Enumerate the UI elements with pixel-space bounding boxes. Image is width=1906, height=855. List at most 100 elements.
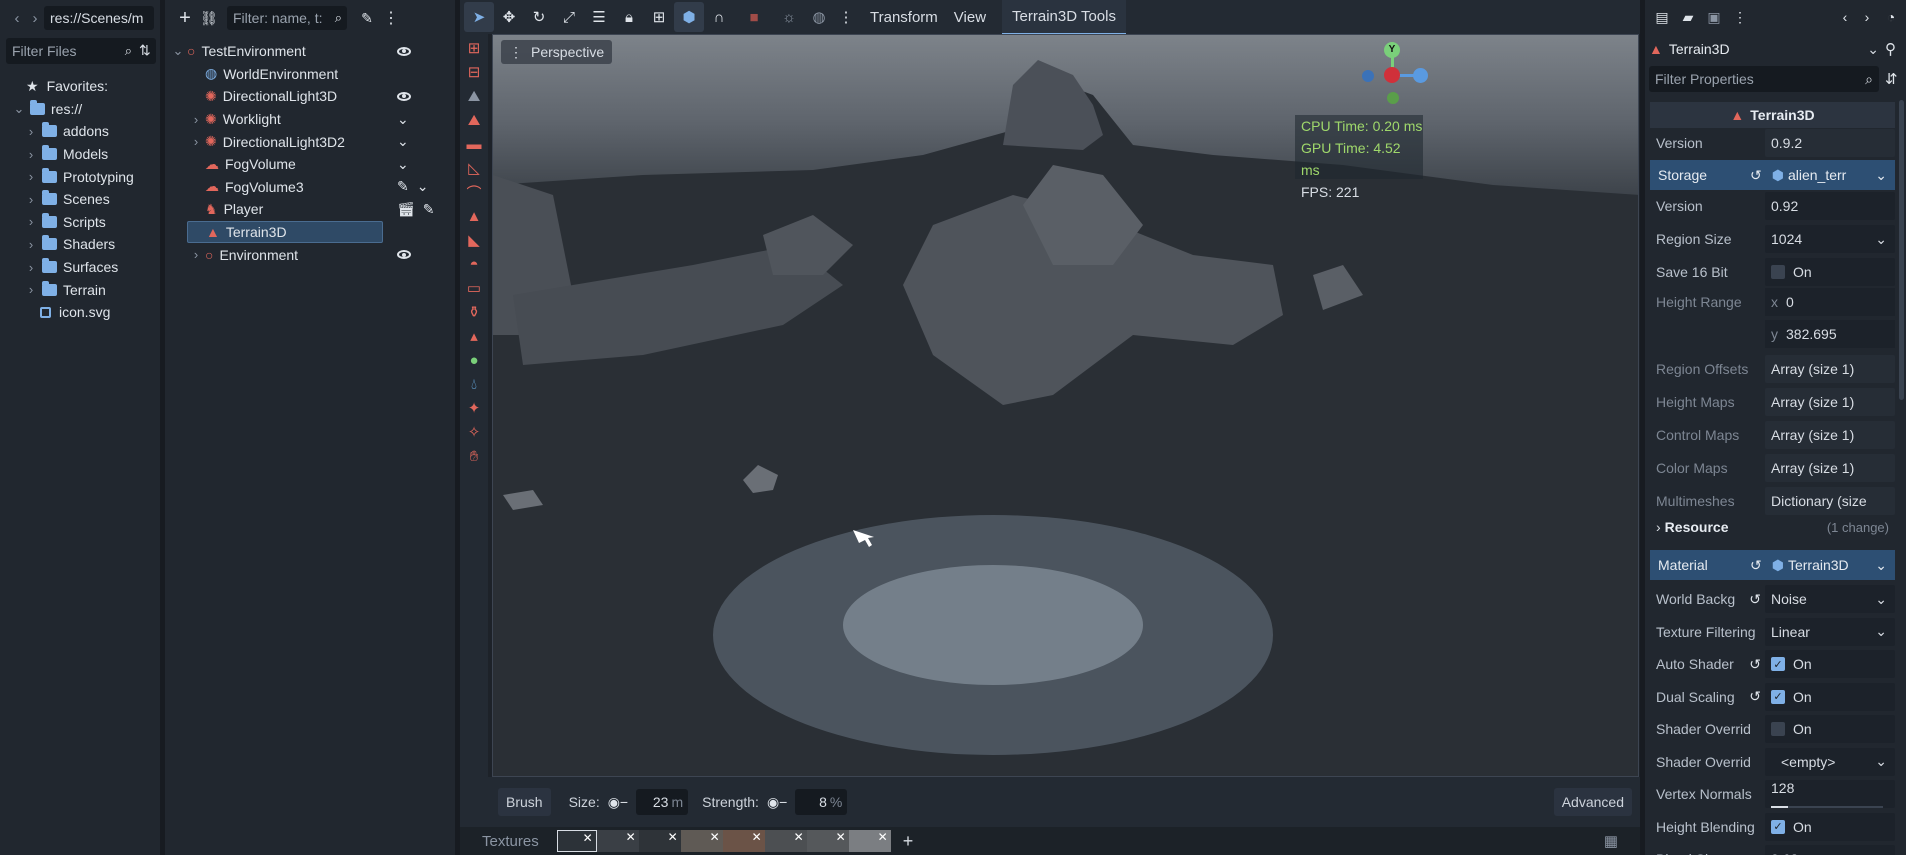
- new-resource-icon[interactable]: ▤: [1649, 9, 1675, 26]
- remove-region-icon[interactable]: ⊟: [462, 60, 486, 84]
- advanced-button[interactable]: Advanced: [1553, 788, 1632, 816]
- chevron-icon[interactable]: ›: [189, 134, 203, 149]
- slider-track[interactable]: [1771, 806, 1883, 808]
- texture-slot[interactable]: ✕: [596, 830, 639, 852]
- chevron-down-icon[interactable]: ⌄: [1875, 167, 1887, 184]
- add-region-icon[interactable]: ⊞: [462, 36, 486, 60]
- move-tool-icon[interactable]: ✥: [494, 8, 524, 26]
- perspective-button[interactable]: ⋮ Perspective: [501, 40, 613, 64]
- scene-node[interactable]: › ○ Environment: [187, 243, 447, 266]
- size-field[interactable]: 23 m: [636, 789, 689, 815]
- gizmo-z-icon[interactable]: [1384, 67, 1400, 83]
- texture-slot[interactable]: ✕: [556, 830, 597, 852]
- spray-icon[interactable]: ⚱: [462, 300, 486, 324]
- slope-icon[interactable]: ◺: [462, 156, 486, 180]
- array-field[interactable]: Array (size 1): [1765, 388, 1895, 416]
- 3d-viewport[interactable]: ⋮ Perspective CPU Time: 0.20 ms GPU Time…: [492, 34, 1639, 777]
- menu-transform[interactable]: Transform: [870, 9, 938, 26]
- environment-preview-icon[interactable]: ◍: [804, 8, 834, 26]
- scene-node[interactable]: ▲ Terrain3D: [187, 220, 383, 244]
- script-icon[interactable]: ✎: [355, 10, 379, 27]
- paint-texture-icon[interactable]: ▭: [462, 276, 486, 300]
- mound-icon[interactable]: ◓: [462, 252, 486, 276]
- visibility-icon[interactable]: [397, 91, 411, 101]
- scene-node[interactable]: › ✺ Worklight ⌄: [187, 108, 447, 131]
- hole-icon[interactable]: ✋︎: [462, 444, 486, 468]
- texture-slot[interactable]: ✕: [848, 830, 891, 852]
- property-value[interactable]: 128: [1765, 780, 1895, 808]
- rotate-tool-icon[interactable]: ↻: [524, 8, 554, 26]
- filesystem-item[interactable]: › Models: [0, 143, 160, 166]
- strength-field[interactable]: 8 %: [795, 789, 848, 815]
- property-value[interactable]: <empty> ⌄: [1765, 747, 1895, 776]
- scene-node[interactable]: ✺ DirectionalLight3D: [187, 85, 447, 108]
- chevron-down-icon[interactable]: ⌄: [1875, 557, 1887, 574]
- scene-node[interactable]: ☁ FogVolume3 ✎ ⌄: [187, 176, 447, 199]
- property-value[interactable]: Linear ⌄: [1765, 617, 1895, 646]
- scene-node[interactable]: ☁ FogVolume ⌄: [187, 153, 447, 176]
- more-options-icon[interactable]: ⋮: [379, 8, 403, 28]
- texture-slot[interactable]: ✕: [638, 830, 681, 852]
- navigation-icon[interactable]: ✦: [462, 396, 486, 420]
- material-resource-name[interactable]: Terrain3D: [1788, 557, 1875, 573]
- region-size-dropdown[interactable]: 1024 ⌄: [1765, 225, 1895, 253]
- texture-slot[interactable]: ✕: [722, 830, 765, 852]
- object-selector[interactable]: ▲ Terrain3D ⌄: [1649, 36, 1879, 62]
- chevron-right-icon[interactable]: ›: [24, 147, 38, 162]
- array-field[interactable]: Array (size 1): [1765, 355, 1895, 383]
- select-tool-icon[interactable]: ➤: [464, 2, 494, 32]
- inspector-scrollbar[interactable]: [1899, 100, 1904, 400]
- scene-node[interactable]: ⌄ ○ TestEnvironment: [169, 40, 429, 63]
- script-icon[interactable]: ✎: [397, 178, 409, 195]
- group-icon[interactable]: ⊞: [644, 8, 674, 26]
- chevron-right-icon[interactable]: ›: [24, 214, 38, 229]
- open-folder-icon[interactable]: ▰: [1675, 9, 1701, 26]
- visibility-icon[interactable]: [397, 250, 411, 260]
- sort-icon[interactable]: ⇅: [139, 42, 151, 59]
- property-value[interactable]: ✓ On: [1765, 682, 1895, 711]
- storage-version-field[interactable]: 0.92: [1765, 192, 1895, 220]
- property-value[interactable]: Noise ⌄: [1765, 585, 1895, 613]
- array-field[interactable]: Array (size 1): [1765, 421, 1895, 449]
- filesystem-item[interactable]: ⌄ res://: [0, 98, 160, 121]
- property-value[interactable]: ✓ On: [1765, 812, 1895, 841]
- filesystem-item[interactable]: › addons: [0, 120, 160, 143]
- filter-properties-field[interactable]: Filter Properties ⌕: [1649, 66, 1879, 92]
- array-field[interactable]: Dictionary (size: [1765, 487, 1895, 515]
- revert-icon[interactable]: ↺: [1749, 688, 1761, 705]
- chevron-right-icon[interactable]: ›: [24, 260, 38, 275]
- storage-section-header[interactable]: Storage ↺ ⬢ alien_terr ⌄: [1650, 160, 1895, 190]
- chevron-right-icon[interactable]: ›: [24, 192, 38, 207]
- save-icon[interactable]: ▣: [1701, 9, 1727, 26]
- sun-preview-icon[interactable]: ☼: [774, 9, 804, 26]
- filesystem-item[interactable]: › Surfaces: [0, 256, 160, 279]
- raise-icon[interactable]: ⛰: [462, 84, 486, 108]
- texture-slot[interactable]: ✕: [806, 830, 849, 852]
- filesystem-item[interactable]: › Shaders: [0, 233, 160, 256]
- menu-terrain3d-tools[interactable]: Terrain3D Tools: [1002, 0, 1126, 35]
- visibility-hidden-icon[interactable]: ⌄: [397, 156, 409, 173]
- scene-instance-icon[interactable]: 🎬︎: [397, 201, 415, 218]
- flatten-icon[interactable]: ▬: [462, 132, 486, 156]
- chevron-icon[interactable]: ›: [189, 247, 203, 262]
- lock-icon[interactable]: 🔒︎: [614, 9, 644, 26]
- scene-filter-field[interactable]: Filter: name, t: ⌕: [227, 6, 347, 30]
- size-slider-icon[interactable]: ◉−: [608, 794, 628, 811]
- visibility-hidden-icon[interactable]: ⌄: [397, 111, 409, 128]
- property-value[interactable]: ✓ On: [1765, 650, 1895, 678]
- chevron-right-icon[interactable]: ›: [24, 169, 38, 184]
- array-field[interactable]: Array (size 1): [1765, 454, 1895, 482]
- material-section-header[interactable]: Material ↺ ⬢ Terrain3D ⌄: [1650, 550, 1895, 580]
- more-options-icon[interactable]: ⋮: [834, 8, 858, 26]
- texture-slot[interactable]: ✕: [764, 830, 807, 852]
- camera-preview-icon[interactable]: ■: [734, 9, 774, 26]
- scale-tool-icon[interactable]: ⤢: [554, 9, 584, 26]
- visibility-hidden-icon[interactable]: ⌄: [417, 178, 429, 195]
- link-icon[interactable]: ⛓: [197, 10, 221, 27]
- filter-settings-icon[interactable]: ⇵: [1885, 70, 1898, 88]
- chevron-right-icon[interactable]: ›: [24, 282, 38, 297]
- chevron-right-icon[interactable]: ›: [24, 124, 38, 139]
- texture-slot[interactable]: ✕: [680, 830, 723, 852]
- chevron-right-icon[interactable]: ›: [24, 237, 38, 252]
- history-icon[interactable]: ◔: [1878, 9, 1904, 25]
